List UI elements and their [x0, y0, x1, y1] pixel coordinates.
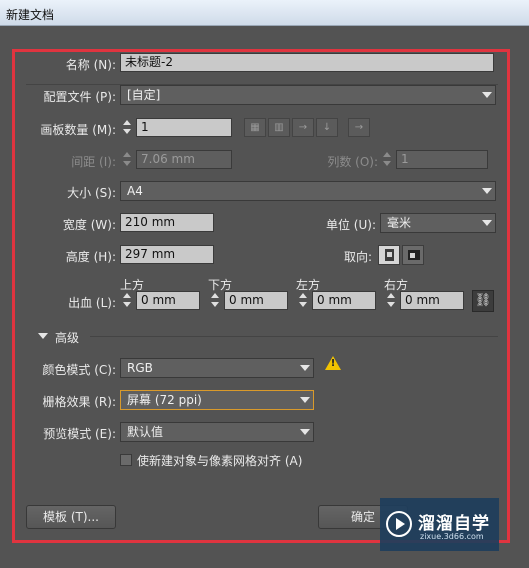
color-mode-select[interactable]: RGB	[120, 358, 314, 378]
units-select[interactable]: 毫米	[380, 213, 496, 233]
units-label: 单位 (U):	[325, 218, 376, 232]
chevron-down-icon	[300, 429, 310, 435]
bleed-bottom-stepper[interactable]	[208, 291, 222, 310]
advanced-divider	[90, 336, 498, 337]
preview-mode-label: 预览模式 (E):	[43, 427, 116, 441]
chevron-down-icon	[482, 188, 492, 194]
artboards-label: 画板数量 (M):	[40, 123, 116, 137]
warning-icon: !	[325, 356, 341, 370]
chevron-down-icon	[300, 397, 310, 403]
columns-input: 1	[396, 150, 488, 169]
raster-effects-label: 栅格效果 (R):	[42, 395, 116, 409]
decrement-icon	[211, 302, 219, 307]
new-document-dialog: 名称 (N): 未标题-2 配置文件 (P): [自定] 画板数量 (M): 1…	[0, 26, 529, 568]
right-to-left-layout-icon[interactable]: →	[348, 118, 370, 137]
align-pixel-grid-checkbox[interactable]	[120, 454, 132, 466]
columns-label: 列数 (O):	[327, 155, 378, 169]
increment-icon	[383, 152, 391, 157]
height-input[interactable]: 297 mm	[120, 245, 214, 264]
templates-button[interactable]: 模板 (T)...	[26, 505, 116, 529]
artboards-count-input[interactable]: 1	[136, 118, 232, 137]
profile-value: [自定]	[127, 88, 161, 102]
arrange-by-row-icon[interactable]: →	[292, 118, 314, 137]
bleed-right-input[interactable]: 0 mm	[400, 291, 464, 310]
portrait-page-icon	[385, 249, 394, 261]
decrement-icon	[383, 161, 391, 166]
size-select[interactable]: A4	[120, 181, 496, 201]
color-mode-label: 颜色模式 (C):	[42, 363, 116, 377]
watermark-logo: 溜溜自学 zixue.3d66.com	[380, 498, 499, 551]
decrement-icon	[123, 161, 131, 166]
bleed-label: 出血 (L):	[68, 296, 116, 310]
landscape-page-icon	[408, 250, 420, 260]
spacing-input: 7.06 mm	[136, 150, 232, 169]
bleed-bottom-input[interactable]: 0 mm	[224, 291, 288, 310]
preview-mode-select[interactable]: 默认值	[120, 422, 314, 442]
title-bar: 新建文档	[0, 0, 529, 26]
name-input[interactable]: 未标题-2	[120, 53, 494, 72]
window-title: 新建文档	[6, 8, 55, 22]
decrement-icon	[123, 129, 131, 134]
increment-icon	[123, 152, 131, 157]
orientation-label: 取向:	[343, 250, 372, 264]
grid-by-row-icon[interactable]: ▦	[244, 118, 266, 137]
increment-icon	[299, 293, 307, 298]
columns-stepper	[380, 150, 394, 169]
increment-icon	[211, 293, 219, 298]
raster-effects-select[interactable]: 屏幕 (72 ppi)	[120, 390, 314, 410]
bleed-top-input[interactable]: 0 mm	[136, 291, 200, 310]
watermark-brand: 溜溜自学	[418, 514, 490, 534]
spacing-label: 间距 (I):	[71, 155, 116, 169]
portrait-orientation-button[interactable]	[378, 245, 400, 265]
advanced-label[interactable]: 高级	[55, 329, 79, 346]
spacing-stepper	[120, 150, 134, 169]
profile-select[interactable]: [自定]	[120, 85, 496, 105]
chain-link-icon[interactable]: ⛓	[472, 290, 494, 312]
width-input[interactable]: 210 mm	[120, 213, 214, 232]
watermark-url: zixue.3d66.com	[420, 532, 484, 541]
landscape-orientation-button[interactable]	[402, 245, 424, 265]
increment-icon	[387, 293, 395, 298]
grid-by-column-icon[interactable]: ▥	[268, 118, 290, 137]
increment-icon	[123, 293, 131, 298]
decrement-icon	[123, 302, 131, 307]
chevron-down-icon	[482, 220, 492, 226]
bleed-left-stepper[interactable]	[296, 291, 310, 310]
bleed-right-stepper[interactable]	[384, 291, 398, 310]
color-mode-value: RGB	[127, 361, 153, 375]
play-icon	[386, 511, 412, 537]
collapse-triangle-icon[interactable]	[38, 333, 48, 339]
decrement-icon	[299, 302, 307, 307]
bleed-top-stepper[interactable]	[120, 291, 134, 310]
increment-icon	[123, 120, 131, 125]
bleed-left-input[interactable]: 0 mm	[312, 291, 376, 310]
size-value: A4	[127, 184, 143, 198]
align-pixel-grid-label: 使新建对象与像素网格对齐 (A)	[137, 454, 303, 468]
chevron-down-icon	[300, 365, 310, 371]
width-label: 宽度 (W):	[62, 218, 116, 232]
units-value: 毫米	[387, 216, 412, 230]
arrange-by-column-icon[interactable]: ↓	[316, 118, 338, 137]
name-label: 名称 (N):	[65, 58, 116, 72]
height-label: 高度 (H):	[65, 250, 116, 264]
profile-label: 配置文件 (P):	[43, 90, 116, 104]
artboards-stepper[interactable]	[120, 118, 134, 137]
size-label: 大小 (S):	[67, 186, 116, 200]
decrement-icon	[387, 302, 395, 307]
chevron-down-icon	[482, 92, 492, 98]
raster-effects-value: 屏幕 (72 ppi)	[127, 393, 202, 407]
preview-mode-value: 默认值	[127, 425, 164, 439]
